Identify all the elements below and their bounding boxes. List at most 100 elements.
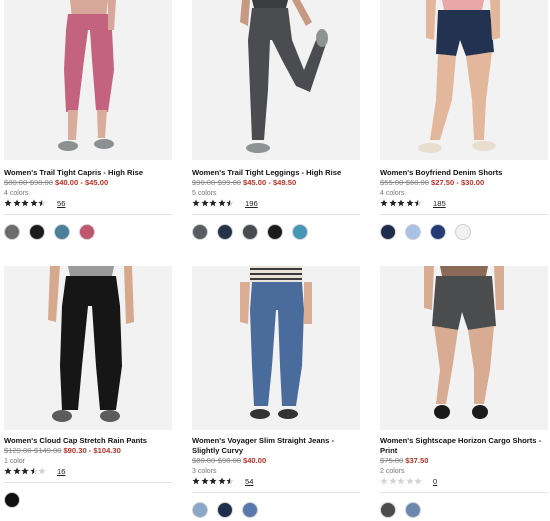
rating: 56 [4, 198, 65, 208]
star-rating [380, 477, 422, 485]
star-icon [12, 467, 21, 475]
sale-price: $40.00 [242, 456, 267, 465]
color-count: 2 colors [380, 468, 405, 475]
color-swatch[interactable] [79, 224, 95, 240]
star-icon [226, 199, 234, 207]
star-rating [192, 199, 234, 207]
product-image[interactable] [192, 0, 360, 160]
star-icon [29, 467, 38, 475]
product-title[interactable]: Women's Voyager Slim Straight Jeans - Sl… [192, 436, 362, 456]
divider [380, 492, 548, 493]
rating: 16 [4, 466, 65, 476]
star-icon [380, 477, 388, 485]
review-count-link[interactable]: 54 [245, 477, 253, 486]
star-icon [405, 199, 414, 207]
product-grid: Women's Trail Tight Capris - High Rise $… [0, 0, 550, 521]
divider [192, 492, 360, 493]
color-swatch[interactable] [430, 224, 446, 240]
color-swatch[interactable] [292, 224, 308, 240]
product-price: $75.00 $37.50 [380, 456, 428, 466]
star-rating [4, 467, 46, 475]
product-title[interactable]: Women's Trail Tight Capris - High Rise [4, 168, 174, 178]
color-swatches [4, 492, 20, 508]
star-icon [200, 477, 209, 485]
rating: 185 [380, 198, 446, 208]
star-icon [192, 477, 200, 485]
review-count-link[interactable]: 196 [245, 199, 258, 208]
color-swatches [4, 224, 95, 240]
star-icon [209, 199, 217, 207]
color-swatch[interactable] [380, 224, 396, 240]
star-icon [12, 199, 21, 207]
color-swatches [192, 224, 308, 240]
star-icon [388, 199, 397, 207]
divider [192, 214, 360, 215]
color-swatch[interactable] [217, 224, 233, 240]
rating: 0 [380, 476, 437, 486]
star-rating [192, 477, 234, 485]
product-price: $80.00-$90.00 $40.00 - $45.00 [4, 178, 108, 188]
color-swatch[interactable] [405, 224, 421, 240]
color-swatch[interactable] [4, 492, 20, 508]
star-icon [4, 467, 12, 475]
color-count: 3 colors [192, 468, 217, 475]
product-price: $55.00-$60.00 $27.50 - $30.00 [380, 178, 484, 188]
original-price: $80.00-$90.00 [4, 178, 53, 187]
rating: 54 [192, 476, 253, 486]
color-swatch[interactable] [242, 502, 258, 518]
color-count: 5 colors [192, 190, 217, 197]
product-title[interactable]: Women's Sightscape Horizon Cargo Shorts … [380, 436, 550, 456]
color-swatch[interactable] [29, 224, 45, 240]
color-swatch[interactable] [405, 502, 421, 518]
product-image[interactable] [380, 0, 548, 160]
color-swatch[interactable] [267, 224, 283, 240]
product-price: $80.00-$90.00 $40.00 [192, 456, 266, 466]
color-count: 4 colors [380, 190, 405, 197]
star-icon [21, 199, 29, 207]
color-count: 4 colors [4, 190, 29, 197]
star-icon [397, 477, 405, 485]
star-icon [38, 467, 46, 475]
color-swatches [380, 502, 421, 518]
review-count-link[interactable]: 185 [433, 199, 446, 208]
sale-price: $27.50 - $30.00 [430, 178, 485, 187]
original-price: $90.00-$99.00 [192, 178, 241, 187]
divider [4, 482, 172, 483]
product-image[interactable] [4, 0, 172, 160]
original-price: $80.00-$90.00 [192, 456, 241, 465]
star-icon [380, 199, 388, 207]
color-swatch[interactable] [54, 224, 70, 240]
sale-price: $40.00 - $45.00 [54, 178, 109, 187]
product-title[interactable]: Women's Boyfriend Denim Shorts [380, 168, 550, 178]
color-swatch[interactable] [192, 502, 208, 518]
color-swatch[interactable] [217, 502, 233, 518]
review-count-link[interactable]: 0 [433, 477, 437, 486]
star-icon [414, 477, 422, 485]
color-swatches [380, 224, 471, 240]
star-icon [38, 199, 46, 207]
product-title[interactable]: Women's Trail Tight Leggings - High Rise [192, 168, 362, 178]
product-image[interactable] [192, 266, 360, 430]
divider [380, 214, 548, 215]
star-icon [209, 477, 217, 485]
color-count: 1 color [4, 458, 26, 465]
color-swatch[interactable] [192, 224, 208, 240]
star-icon [397, 199, 405, 207]
product-image[interactable] [380, 266, 548, 430]
color-swatch[interactable] [242, 224, 258, 240]
star-rating [4, 199, 46, 207]
review-count-link[interactable]: 16 [57, 467, 65, 476]
product-image[interactable] [4, 266, 172, 430]
star-icon [217, 477, 226, 485]
review-count-link[interactable]: 56 [57, 199, 65, 208]
product-title[interactable]: Women's Cloud Cap Stretch Rain Pants [4, 436, 174, 446]
original-price: $55.00-$60.00 [380, 178, 429, 187]
star-icon [405, 477, 414, 485]
star-icon [226, 477, 234, 485]
color-swatch[interactable] [4, 224, 20, 240]
color-swatch[interactable] [380, 502, 396, 518]
color-swatch[interactable] [455, 224, 471, 240]
color-swatches [192, 502, 258, 518]
star-icon [192, 199, 200, 207]
star-icon [4, 199, 12, 207]
